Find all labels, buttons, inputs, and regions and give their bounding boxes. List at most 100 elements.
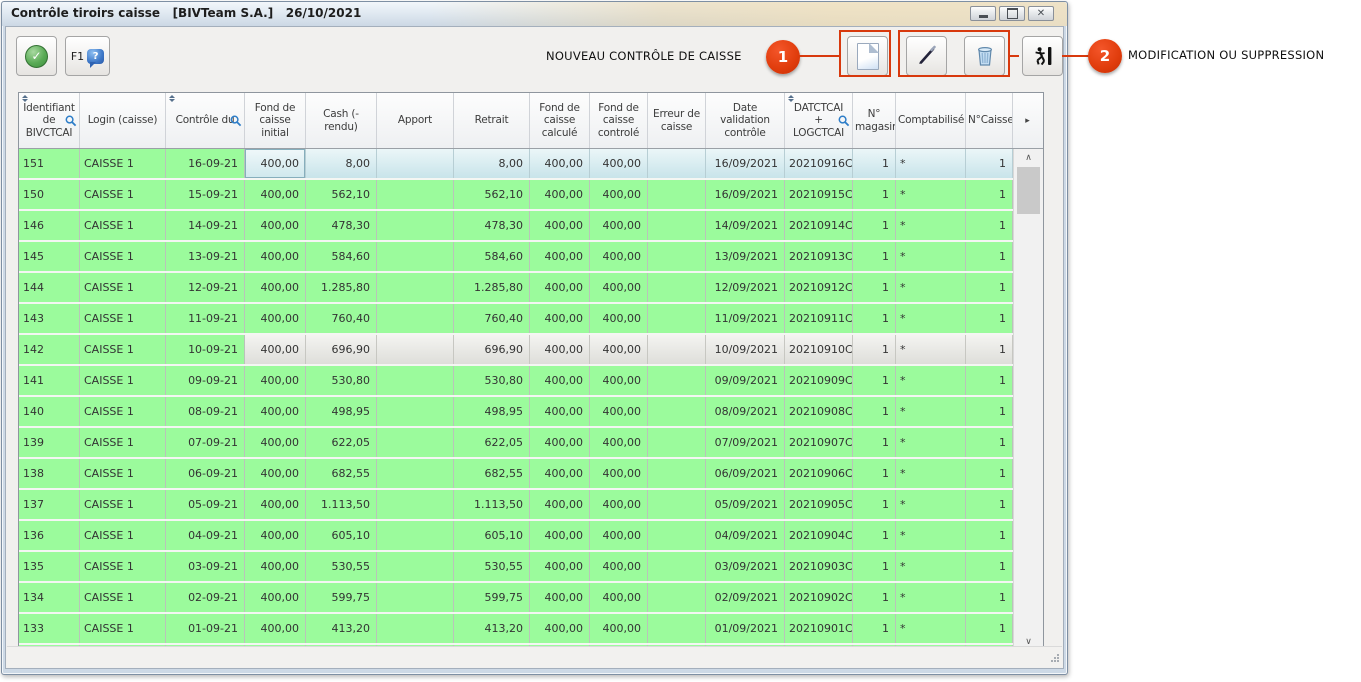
- cell-cash-rendu[interactable]: 682,55: [306, 459, 377, 488]
- cell-fond-calcule[interactable]: 400,00: [530, 459, 590, 488]
- cell-date-valid[interactable]: 06/09/2021: [706, 459, 785, 488]
- cell-fond-initial[interactable]: 400,00: [245, 552, 306, 581]
- column-header-apport[interactable]: Apport: [377, 93, 454, 148]
- cell-identifiant[interactable]: 134: [19, 583, 80, 612]
- cell-erreur[interactable]: [648, 614, 706, 643]
- column-header-cash-rendu[interactable]: Cash (-rendu): [306, 93, 377, 148]
- close-button[interactable]: ✕: [1028, 6, 1054, 21]
- cell-erreur[interactable]: [648, 304, 706, 333]
- resize-grip[interactable]: [1049, 654, 1059, 664]
- cell-retrait[interactable]: 530,80: [454, 366, 530, 395]
- cell-magasin[interactable]: 1: [853, 149, 896, 178]
- cell-login[interactable]: CAISSE 1: [80, 614, 166, 643]
- cell-date-valid[interactable]: 02/09/2021: [706, 583, 785, 612]
- cell-fond-initial[interactable]: 400,00: [245, 521, 306, 550]
- cell-cash-rendu[interactable]: 1.285,80: [306, 273, 377, 302]
- cell-fond-initial[interactable]: 400,00: [245, 366, 306, 395]
- cell-cash-rendu[interactable]: 1.113,50: [306, 490, 377, 519]
- cell-login[interactable]: CAISSE 1: [80, 211, 166, 240]
- cell-apport[interactable]: [377, 459, 454, 488]
- cell-fond-calcule[interactable]: 400,00: [530, 583, 590, 612]
- cell-identifiant[interactable]: 135: [19, 552, 80, 581]
- cell-magasin[interactable]: 1: [853, 366, 896, 395]
- cell-cash-rendu[interactable]: 584,60: [306, 242, 377, 271]
- cell-magasin[interactable]: 1: [853, 242, 896, 271]
- table-row-139[interactable]: 139CAISSE 107-09-21400,00622,05622,05400…: [19, 428, 1043, 459]
- table-row-142[interactable]: 142CAISSE 110-09-21400,00696,90696,90400…: [19, 335, 1043, 366]
- cell-fond-initial[interactable]: 400,00: [245, 459, 306, 488]
- cell-ncaisse[interactable]: 1: [966, 614, 1013, 643]
- cell-ncaisse[interactable]: 1: [966, 273, 1013, 302]
- cell-fond-controle[interactable]: 400,00: [590, 180, 648, 209]
- cell-login[interactable]: CAISSE 1: [80, 583, 166, 612]
- cell-apport[interactable]: [377, 304, 454, 333]
- cell-apport[interactable]: [377, 552, 454, 581]
- cell-comptabilise[interactable]: *: [896, 428, 966, 457]
- table-row-140[interactable]: 140CAISSE 108-09-21400,00498,95498,95400…: [19, 397, 1043, 428]
- cell-date-valid[interactable]: 12/09/2021: [706, 273, 785, 302]
- cell-fond-controle[interactable]: 400,00: [590, 459, 648, 488]
- cell-comptabilise[interactable]: *: [896, 459, 966, 488]
- cell-erreur[interactable]: [648, 242, 706, 271]
- sort-icon[interactable]: [788, 95, 795, 104]
- cell-fond-calcule[interactable]: 400,00: [530, 180, 590, 209]
- cell-identifiant[interactable]: 145: [19, 242, 80, 271]
- cell-fond-initial[interactable]: 400,00: [245, 614, 306, 643]
- cell-retrait[interactable]: 413,20: [454, 614, 530, 643]
- cell-cash-rendu[interactable]: 478,30: [306, 211, 377, 240]
- cell-comptabilise[interactable]: *: [896, 273, 966, 302]
- cell-cash-rendu[interactable]: 622,05: [306, 428, 377, 457]
- cell-datctcai[interactable]: 20210904CAI: [785, 521, 853, 550]
- cell-login[interactable]: CAISSE 1: [80, 459, 166, 488]
- cell-apport[interactable]: [377, 335, 454, 364]
- cell-erreur[interactable]: [648, 149, 706, 178]
- cell-retrait[interactable]: 760,40: [454, 304, 530, 333]
- column-header-identifiant[interactable]: Identifiant de BIVCTCAI: [19, 93, 80, 148]
- cell-comptabilise[interactable]: *: [896, 242, 966, 271]
- cell-date-valid[interactable]: 05/09/2021: [706, 490, 785, 519]
- cell-fond-calcule[interactable]: 400,00: [530, 366, 590, 395]
- cell-erreur[interactable]: [648, 552, 706, 581]
- column-header-magasin[interactable]: N° magasin: [853, 93, 896, 148]
- cell-apport[interactable]: [377, 149, 454, 178]
- cell-fond-controle[interactable]: 400,00: [590, 490, 648, 519]
- cell-ncaisse[interactable]: 1: [966, 490, 1013, 519]
- cell-identifiant[interactable]: 136: [19, 521, 80, 550]
- cell-fond-controle[interactable]: 400,00: [590, 304, 648, 333]
- cell-comptabilise[interactable]: *: [896, 490, 966, 519]
- cell-cash-rendu[interactable]: 530,55: [306, 552, 377, 581]
- cell-controle-du[interactable]: 14-09-21: [166, 211, 245, 240]
- cell-fond-initial[interactable]: 400,00: [245, 180, 306, 209]
- cell-erreur[interactable]: [648, 211, 706, 240]
- cell-retrait[interactable]: 622,05: [454, 428, 530, 457]
- cell-apport[interactable]: [377, 180, 454, 209]
- cell-ncaisse[interactable]: 1: [966, 211, 1013, 240]
- cell-magasin[interactable]: 1: [853, 583, 896, 612]
- cell-identifiant[interactable]: 150: [19, 180, 80, 209]
- cell-login[interactable]: CAISSE 1: [80, 335, 166, 364]
- cell-erreur[interactable]: [648, 335, 706, 364]
- table-row-134[interactable]: 134CAISSE 102-09-21400,00599,75599,75400…: [19, 583, 1043, 614]
- column-header-fond-initial[interactable]: Fond de caisse initial: [245, 93, 306, 148]
- cell-fond-controle[interactable]: 400,00: [590, 366, 648, 395]
- search-icon[interactable]: [65, 115, 77, 127]
- column-header-ncaisse[interactable]: N°Caisse: [966, 93, 1013, 148]
- exit-button[interactable]: [1022, 36, 1063, 76]
- cell-date-valid[interactable]: 08/09/2021: [706, 397, 785, 426]
- cell-retrait[interactable]: 1.113,50: [454, 490, 530, 519]
- cell-login[interactable]: CAISSE 1: [80, 521, 166, 550]
- scroll-up-arrow[interactable]: ∧: [1014, 149, 1043, 166]
- cell-fond-controle[interactable]: 400,00: [590, 614, 648, 643]
- cell-fond-calcule[interactable]: 400,00: [530, 428, 590, 457]
- table-row-146[interactable]: 146CAISSE 114-09-21400,00478,30478,30400…: [19, 211, 1043, 242]
- cell-ncaisse[interactable]: 1: [966, 552, 1013, 581]
- scroll-thumb[interactable]: [1017, 167, 1040, 214]
- cell-login[interactable]: CAISSE 1: [80, 366, 166, 395]
- cell-magasin[interactable]: 1: [853, 459, 896, 488]
- cell-datctcai[interactable]: 20210901CAI: [785, 614, 853, 643]
- column-header-fond-controle[interactable]: Fond de caisse controlé: [590, 93, 648, 148]
- cell-login[interactable]: CAISSE 1: [80, 397, 166, 426]
- column-header-controle-du[interactable]: Contrôle du: [166, 93, 245, 148]
- search-icon[interactable]: [230, 115, 242, 127]
- cell-comptabilise[interactable]: *: [896, 521, 966, 550]
